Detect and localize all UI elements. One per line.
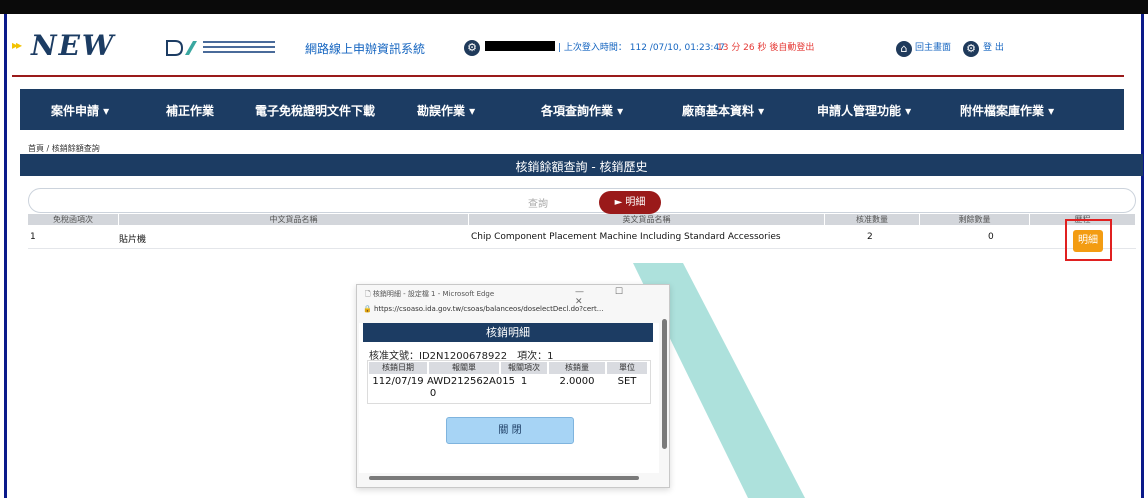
ida-logo-mark-icon bbox=[166, 40, 197, 56]
cell-amount: 2.0000 bbox=[559, 376, 595, 387]
col-header-cn-name: 中文貨品名稱 bbox=[119, 214, 469, 225]
cell-approved-qty: 2 bbox=[867, 232, 873, 242]
last-login-time: | 上次登入時間： 112 /07/10, 01:23:47 bbox=[558, 43, 725, 53]
col-header-en-name: 英文貨品名稱 bbox=[469, 214, 825, 225]
col-header-decl-item: 報關項次 bbox=[501, 362, 547, 374]
nav-attachment-library[interactable]: 附件檔案庫作業 ▾ bbox=[960, 102, 1054, 119]
window-controls[interactable]: — ☐ ✕ bbox=[575, 287, 669, 307]
logout-gear-icon[interactable]: ⚙ bbox=[963, 41, 979, 57]
popup-window-title: 🗋 核銷明細 - 設定檔 1 - Microsoft Edge bbox=[365, 289, 494, 301]
nav-vendor-info[interactable]: 廠商基本資料 ▾ bbox=[682, 102, 764, 119]
col-header-unit: 單位 bbox=[607, 362, 647, 374]
col-header-approved-qty: 核准數量 bbox=[825, 214, 920, 225]
nav-correction[interactable]: 補正作業 bbox=[166, 102, 214, 119]
site-logo[interactable]: NEW bbox=[31, 29, 115, 62]
home-icon[interactable]: ⌂ bbox=[896, 41, 912, 57]
logout-link[interactable]: 登 出 bbox=[983, 40, 1004, 53]
ida-logo bbox=[165, 37, 275, 59]
horizontal-scrollbar[interactable] bbox=[369, 476, 639, 480]
logo-arrows-icon: ▸▸ bbox=[12, 38, 22, 52]
redacted-username bbox=[485, 41, 555, 51]
highlight-box bbox=[1065, 219, 1112, 261]
page-title: 核銷餘額查詢 - 核銷歷史 bbox=[515, 160, 648, 174]
url-text[interactable]: https://csoaso.ida.gov.tw/csoas/balanceo… bbox=[374, 305, 604, 313]
nav-case-application[interactable]: 案件申請 ▾ bbox=[51, 102, 109, 119]
cell-cn-name: 貼片機 bbox=[119, 235, 147, 245]
nav-e-certificate-download[interactable]: 電子免稅證明文件下載 bbox=[255, 102, 375, 119]
address-bar[interactable]: 🔒 https://csoaso.ida.gov.tw/csoas/balanc… bbox=[363, 305, 665, 318]
cell-en-name: Chip Component Placement Machine Includi… bbox=[471, 232, 781, 242]
cell-item-no: 1 bbox=[30, 232, 36, 242]
col-header-remaining-qty: 剩餘數量 bbox=[920, 214, 1030, 225]
main-nav: 案件申請 ▾ 補正作業 電子免稅證明文件下載 勘誤作業 ▾ 各項查詢作業 ▾ 廠… bbox=[20, 89, 1124, 130]
close-button[interactable]: 關 閉 bbox=[446, 417, 574, 444]
system-title: 網路線上申辦資訊系統 bbox=[305, 42, 426, 56]
popup-window-title-text: 核銷明細 - 設定檔 1 - Microsoft Edge bbox=[372, 290, 495, 298]
table-row-divider bbox=[28, 248, 1136, 249]
nav-errata[interactable]: 勘誤作業 ▾ bbox=[417, 102, 475, 119]
popup-content: 核銷明細 核准文號：ID2N1200678922 項次：1 核銷日期 報關單 報… bbox=[359, 323, 659, 473]
cell-unit: SET bbox=[617, 376, 637, 387]
auto-logout-timer: 13 分 26 秒 後自動登出 bbox=[717, 43, 815, 53]
cell-declaration-cont: 0 bbox=[429, 388, 437, 399]
nav-applicant-management[interactable]: 申請人管理功能 ▾ bbox=[817, 102, 911, 119]
settings-gear-icon[interactable]: ⚙ bbox=[464, 40, 480, 56]
nav-queries[interactable]: 各項查詢作業 ▾ bbox=[541, 102, 623, 119]
home-link[interactable]: 回主畫面 bbox=[915, 40, 951, 53]
cell-date: 112/07/19 bbox=[372, 376, 424, 387]
vertical-scrollbar[interactable] bbox=[662, 319, 667, 449]
query-bar bbox=[28, 188, 1136, 213]
col-header-item-no: 免稅函項次 bbox=[28, 214, 119, 225]
col-header-date: 核銷日期 bbox=[369, 362, 427, 374]
cell-remaining-qty: 0 bbox=[988, 232, 994, 242]
col-header-declaration: 報關單 bbox=[429, 362, 499, 374]
query-button[interactable]: 查詢 bbox=[528, 195, 548, 210]
cell-declaration: AWD212562A015 bbox=[427, 376, 515, 387]
popup-window: 🗋 核銷明細 - 設定檔 1 - Microsoft Edge — ☐ ✕ 🔒 … bbox=[356, 284, 670, 488]
popup-header: 核銷明細 bbox=[363, 323, 653, 342]
breadcrumb: 首頁 / 核銷餘額查詢 bbox=[28, 144, 100, 153]
page-title-bar: 核銷餘額查詢 - 核銷歷史 bbox=[20, 154, 1143, 176]
lock-icon: 🔒 bbox=[363, 305, 374, 313]
page-icon: 🗋 bbox=[365, 290, 373, 298]
header-divider bbox=[12, 75, 1124, 77]
detail-button[interactable]: ► 明細 bbox=[599, 191, 661, 214]
cell-decl-item: 1 bbox=[520, 376, 528, 387]
col-header-amount: 核銷量 bbox=[549, 362, 605, 374]
